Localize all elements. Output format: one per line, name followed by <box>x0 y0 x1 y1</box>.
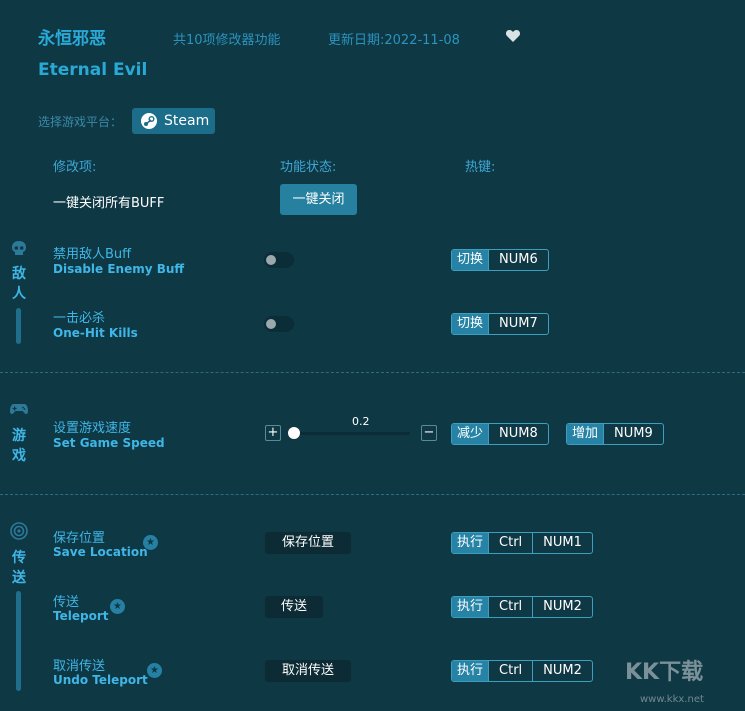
teleport-icon <box>9 521 29 541</box>
hotkey-action: 增加 <box>567 424 604 444</box>
disable-buff-label-en: Disable Enemy Buff <box>53 262 185 276</box>
teleport-hotkey[interactable]: 执行 Ctrl NUM2 <box>451 596 593 618</box>
save-location-label-cn: 保存位置 <box>53 531 106 546</box>
column-status: 功能状态: <box>280 160 337 175</box>
undo-teleport-button[interactable]: 取消传送 <box>265 660 351 682</box>
section-teleport-bar <box>16 591 21 691</box>
save-location-label-en: Save Location <box>53 545 148 559</box>
one-click-close-button[interactable]: 一键关闭 <box>280 184 357 215</box>
platform-label: 选择游戏平台： <box>38 115 123 129</box>
undo-teleport-hotkey[interactable]: 执行 Ctrl NUM2 <box>451 660 593 682</box>
hotkey-action: 执行 <box>452 661 489 681</box>
save-location-hotkey[interactable]: 执行 Ctrl NUM1 <box>451 532 593 554</box>
disable-buff-hotkey[interactable]: 切换 NUM6 <box>451 249 549 271</box>
teleport-button[interactable]: 传送 <box>265 596 323 618</box>
heart-icon[interactable] <box>505 28 521 44</box>
one-hit-label-cn: 一击必杀 <box>53 311 106 326</box>
teleport-label-cn: 传送 <box>53 595 80 610</box>
one-hit-label-en: One-Hit Kills <box>53 326 138 340</box>
teleport-label-en: Teleport <box>53 609 109 623</box>
disable-buff-label-cn: 禁用敌人Buff <box>53 247 132 262</box>
section-enemy-label-1: 敌 <box>12 266 26 282</box>
game-title-en: Eternal Evil <box>38 60 148 80</box>
star-icon[interactable]: ★ <box>110 599 125 614</box>
one-hit-toggle[interactable] <box>264 316 294 332</box>
skull-icon <box>9 239 29 259</box>
section-enemy-bar <box>16 308 21 344</box>
hotkey-action: 切换 <box>452 250 489 270</box>
hotkey-action: 减少 <box>452 424 489 444</box>
watermark-url: www.kkx.net <box>640 694 704 705</box>
game-speed-label-cn: 设置游戏速度 <box>53 421 132 436</box>
speed-slider-track[interactable] <box>293 432 410 435</box>
hotkey-key: NUM8 <box>488 424 548 444</box>
speed-plus-button[interactable]: + <box>265 425 281 441</box>
watermark-logo: KK下载 <box>625 660 704 685</box>
section-enemy-label-2: 人 <box>12 286 26 302</box>
hotkey-key: NUM1 <box>532 533 592 553</box>
speed-decrease-hotkey[interactable]: 减少 NUM8 <box>451 423 549 445</box>
section-teleport-label-1: 传 <box>12 550 26 566</box>
column-hotkey: 热键: <box>465 160 496 175</box>
hotkey-key: NUM2 <box>532 597 592 617</box>
speed-slider-thumb[interactable] <box>288 427 300 439</box>
hotkey-modifier: Ctrl <box>488 661 532 681</box>
hotkey-key: NUM6 <box>488 250 548 270</box>
hotkey-action: 执行 <box>452 533 489 553</box>
save-location-button[interactable]: 保存位置 <box>265 532 351 554</box>
one-click-label: 一键关闭所有BUFF <box>53 196 165 211</box>
section-game-label-2: 戏 <box>12 448 26 464</box>
disable-buff-toggle[interactable] <box>264 252 294 268</box>
speed-increase-hotkey[interactable]: 增加 NUM9 <box>566 423 664 445</box>
hotkey-key: NUM2 <box>532 661 592 681</box>
section-divider <box>0 372 745 373</box>
game-speed-label-en: Set Game Speed <box>53 436 165 450</box>
steam-platform-button[interactable]: Steam <box>132 108 215 134</box>
section-divider <box>0 494 745 495</box>
hotkey-modifier: Ctrl <box>488 533 532 553</box>
hotkey-action: 执行 <box>452 597 489 617</box>
steam-button-label: Steam <box>164 113 210 129</box>
one-hit-hotkey[interactable]: 切换 NUM7 <box>451 313 549 335</box>
section-teleport-label-2: 送 <box>12 570 26 586</box>
star-icon[interactable]: ★ <box>147 663 162 678</box>
speed-value: 0.2 <box>352 415 370 428</box>
gamepad-icon <box>9 399 29 419</box>
section-game-label-1: 游 <box>12 428 26 444</box>
undo-teleport-label-en: Undo Teleport <box>53 673 148 687</box>
game-title-cn: 永恒邪恶 <box>38 29 106 49</box>
feature-count: 共10项修改器功能 <box>173 33 281 48</box>
toggle-knob <box>266 319 276 329</box>
column-mod: 修改项: <box>53 160 97 175</box>
toggle-knob <box>266 255 276 265</box>
speed-minus-button[interactable]: − <box>421 425 437 441</box>
hotkey-modifier: Ctrl <box>488 597 532 617</box>
hotkey-key: NUM9 <box>603 424 663 444</box>
star-icon[interactable]: ★ <box>143 535 158 550</box>
undo-teleport-label-cn: 取消传送 <box>53 659 106 674</box>
hotkey-key: NUM7 <box>488 314 548 334</box>
update-date: 更新日期:2022-11-08 <box>328 33 460 48</box>
hotkey-action: 切换 <box>452 314 489 334</box>
steam-icon <box>140 112 158 130</box>
